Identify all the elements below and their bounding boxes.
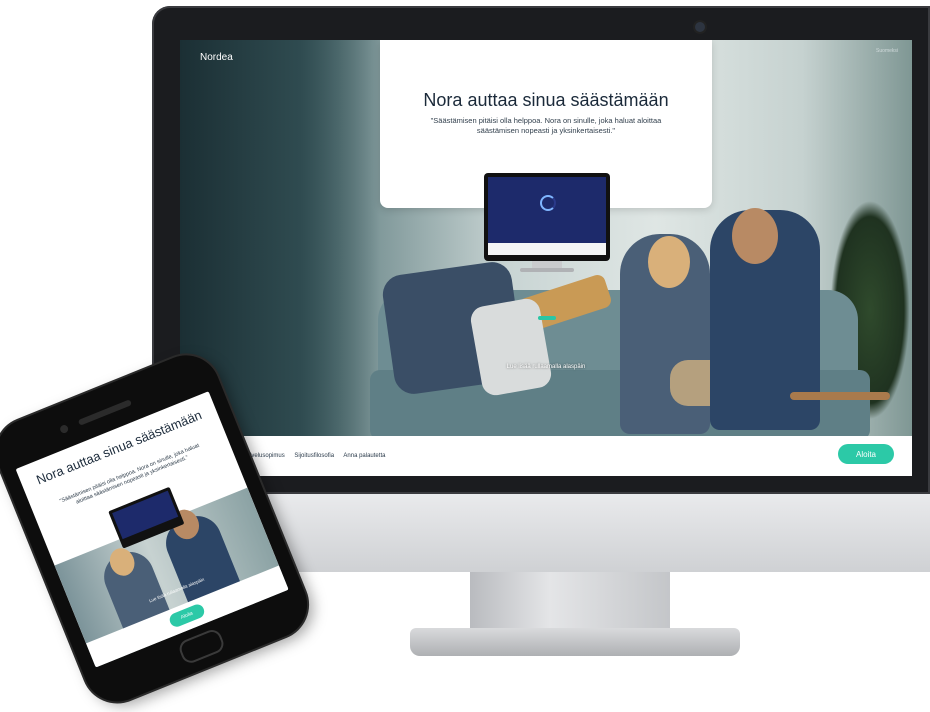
scroll-hint[interactable]: Lue lisää rullaamalla alaspäin [180, 364, 912, 370]
phone-speaker-icon [77, 399, 133, 426]
language-link[interactable]: Suomeksi [876, 48, 898, 54]
monitor-stand [470, 572, 670, 632]
monitor-foot [410, 628, 740, 656]
mini-monitor-screen [488, 177, 606, 243]
hero-quote: "Säästämisen pitäisi olla helppoa. Nora … [430, 116, 662, 135]
desktop-screen: Nordea Suomeksi Nora auttaa sinua säästä… [180, 40, 912, 476]
start-button[interactable]: Aloita [838, 444, 894, 464]
progress-ring-icon [540, 195, 556, 211]
mini-monitor-foot [520, 268, 574, 272]
footer-link-philosophy[interactable]: Sijoitusfilosofia [294, 453, 334, 459]
mini-cta-button [538, 316, 556, 320]
camera-icon [695, 22, 705, 32]
brand-logo[interactable]: Nordea [200, 52, 233, 63]
woman-head-image [648, 236, 690, 288]
phone-screen: Nora auttaa sinua säästämään "Säästämise… [15, 391, 289, 668]
side-table-image [790, 392, 890, 400]
page-title: Nora auttaa sinua säästämään [423, 90, 669, 110]
mini-monitor-frame [484, 173, 610, 320]
phone-camera-icon [58, 423, 70, 435]
mini-monitor-image [484, 173, 610, 320]
footer-link-feedback[interactable]: Anna palautetta [343, 453, 385, 459]
man-head-image [732, 208, 778, 264]
mini-monitor-chin [488, 243, 606, 320]
footer-bar: Sijoituspalvelusopimus Sijoitusfilosofia… [180, 436, 912, 476]
